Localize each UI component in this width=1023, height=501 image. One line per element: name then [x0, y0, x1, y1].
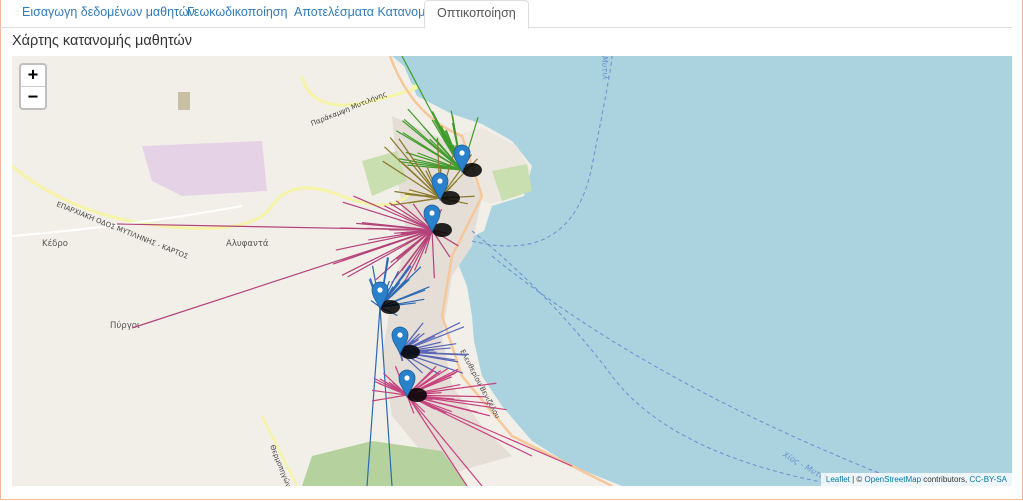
- ferry-route-3: [491, 255, 913, 486]
- leaflet-link[interactable]: Leaflet: [826, 475, 850, 484]
- label-pyrgoi: Πύργοι: [110, 320, 140, 331]
- map-canvas[interactable]: Κέδρο Αλυφαντά Πύργοι ΕΠΑΡΧΙΑΚΗ ΟΔΟΣ ΜΥΤ…: [12, 56, 1012, 486]
- label-kedro: Κέδρο: [42, 238, 68, 249]
- zoom-in-button[interactable]: +: [21, 65, 45, 86]
- map-title: Χάρτης κατανομής μαθητών: [12, 33, 192, 49]
- map-attribution: Leaflet | © OpenStreetMap contributors, …: [820, 473, 1012, 486]
- label-sea-1: Μυτιλ: [600, 56, 610, 80]
- map-view[interactable]: Κέδρο Αλυφαντά Πύργοι ΕΠΑΡΧΙΑΚΗ ΟΔΟΣ ΜΥΤ…: [12, 56, 1012, 486]
- zoom-control: + −: [19, 63, 47, 110]
- attribution-contributors: contributors,: [921, 475, 970, 484]
- building-1: [178, 92, 190, 110]
- osm-link[interactable]: OpenStreetMap: [865, 475, 921, 484]
- zoom-out-button[interactable]: −: [21, 86, 45, 108]
- tab-geocoding[interactable]: Γεωκωδικοποίηση: [175, 0, 299, 26]
- label-alyfanta: Αλυφαντά: [226, 239, 269, 249]
- tab-visualization[interactable]: Οπτικοποίηση: [424, 0, 529, 29]
- attribution-separator: | ©: [849, 475, 865, 484]
- tab-bar: Εισαγωγη δεδομένων μαθητών Γεωκωδικοποίη…: [0, 0, 1012, 29]
- license-link[interactable]: CC-BY-SA: [970, 475, 1008, 484]
